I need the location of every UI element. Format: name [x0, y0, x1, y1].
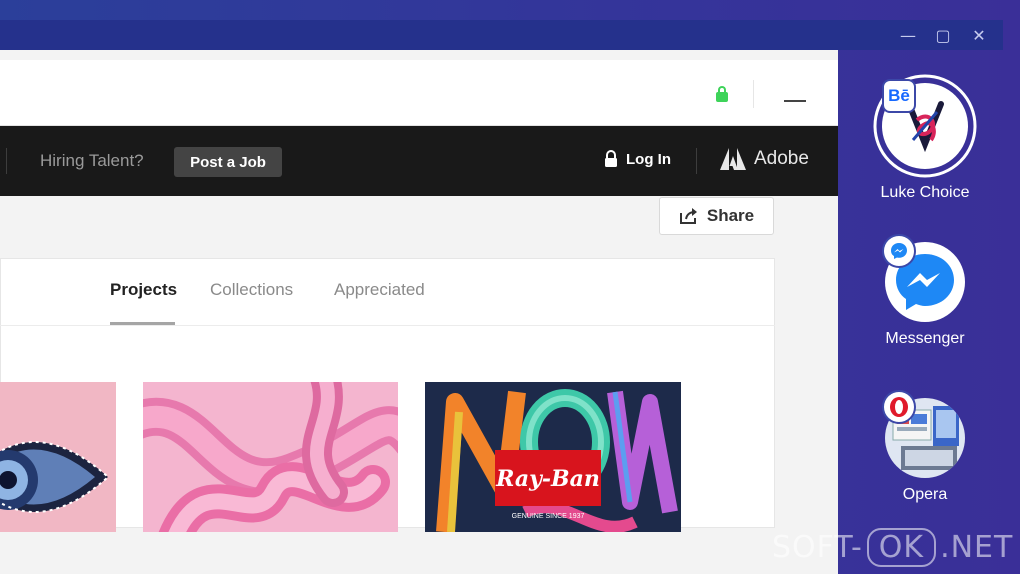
nav-divider	[696, 148, 697, 174]
share-icon	[679, 208, 697, 224]
login-label: Log In	[626, 150, 671, 168]
sidebar-app-luke-choice[interactable]: Bē Luke Choice	[840, 74, 1010, 202]
messenger-badge-icon	[882, 234, 916, 268]
address-divider	[753, 80, 754, 108]
active-tab-indicator	[110, 322, 175, 325]
menu-icon[interactable]	[784, 100, 806, 102]
opera-icon	[882, 390, 916, 424]
app-sidebar: Bē Luke Choice Messenger Opera	[840, 50, 1020, 574]
address-bar[interactable]	[0, 60, 838, 126]
tab-appreciated[interactable]: Appreciated	[334, 280, 425, 300]
tab-collections[interactable]: Collections	[210, 280, 293, 300]
project-thumbnail-pink[interactable]	[143, 382, 398, 532]
login-link[interactable]: Log In	[604, 150, 671, 168]
watermark-right: .NET	[940, 530, 1014, 565]
watermark-boxed: OK	[866, 528, 937, 567]
post-a-job-button[interactable]: Post a Job	[174, 147, 282, 177]
eye-artwork-image	[0, 382, 116, 532]
behance-icon: Bē	[882, 79, 916, 113]
watermark-left: SOFT-	[772, 530, 863, 565]
maximize-icon[interactable]: ▢	[932, 24, 954, 46]
app-label-opera: Opera	[902, 486, 948, 503]
behance-badge-text: Bē	[888, 86, 910, 105]
adobe-link[interactable]: Adobe	[720, 148, 809, 170]
minimize-icon[interactable]: —	[897, 24, 919, 46]
share-button[interactable]: Share	[659, 197, 774, 235]
close-icon[interactable]: ✕	[968, 24, 990, 46]
tab-projects[interactable]: Projects	[110, 280, 177, 300]
rayban-brand-text: Ray-Ban	[495, 466, 600, 492]
project-thumbnail-rayban[interactable]: Ray-Ban GENUINE SINCE 1937	[425, 382, 681, 532]
sidebar-app-messenger[interactable]: Messenger	[840, 234, 1010, 348]
soft-ok-watermark: SOFT- OK .NET	[772, 528, 1013, 567]
project-thumbnail-eye[interactable]	[0, 382, 116, 532]
app-label-luke-choice: Luke Choice	[880, 184, 970, 201]
pink-tubes-artwork-image	[143, 382, 398, 532]
adobe-label: Adobe	[754, 148, 809, 169]
app-label-messenger: Messenger	[885, 330, 965, 347]
adobe-logo-icon	[720, 148, 746, 170]
hiring-talent-text: Hiring Talent?	[40, 151, 144, 170]
rayban-subtext: GENUINE SINCE 1937	[512, 513, 585, 520]
lock-icon	[605, 150, 617, 167]
share-label: Share	[706, 206, 755, 225]
behance-top-nav: Hiring Talent? Post a Job Log In Adobe	[0, 126, 838, 196]
window-titlebar	[0, 20, 1003, 50]
secure-lock-icon	[716, 86, 728, 102]
sidebar-app-opera[interactable]: Opera	[840, 390, 1010, 504]
ray-ban-now-artwork-image: Ray-Ban GENUINE SINCE 1937	[425, 382, 681, 532]
nav-divider	[6, 148, 7, 174]
